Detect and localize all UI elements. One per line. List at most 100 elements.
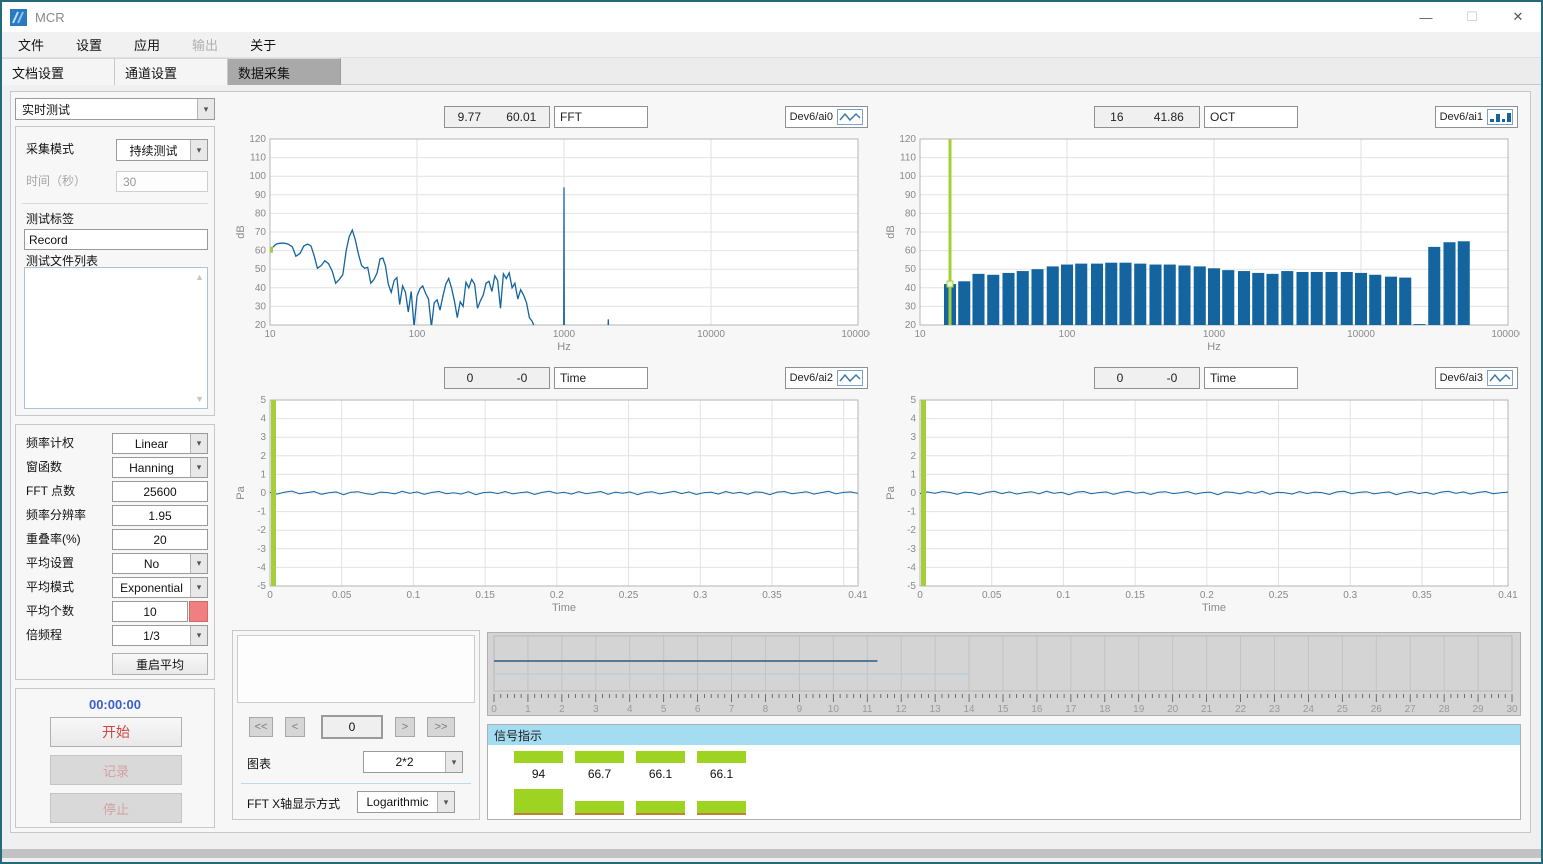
svg-text:-5: -5 xyxy=(257,581,266,592)
test-file-list[interactable]: ▲ ▼ xyxy=(24,267,208,409)
svg-text:80: 80 xyxy=(255,208,267,219)
time-chart-card-ai2: 0 -0 Time Dev6/ai2 -5-4-3-2-101234500.05… xyxy=(232,367,876,619)
svg-text:1000: 1000 xyxy=(553,329,576,340)
prev-page-button[interactable]: < xyxy=(285,717,305,737)
svg-text:80: 80 xyxy=(905,208,917,219)
svg-text:-4: -4 xyxy=(907,562,916,573)
tab-data-acquisition[interactable]: 数据采集 xyxy=(228,58,341,85)
svg-text:Hz: Hz xyxy=(1207,341,1220,353)
octave-plot[interactable]: 2030405060708090100110120101001000100001… xyxy=(884,133,1520,355)
overlap-input[interactable] xyxy=(112,529,208,550)
acquisition-panel: 实时测试 ▾ 采集模式 持续测试 ▾ 时间（秒） 测试标签 测试文件列表 xyxy=(10,91,1531,833)
setting-label: 平均个数 xyxy=(26,601,74,622)
record-name-input[interactable] xyxy=(24,229,208,250)
svg-text:dB: dB xyxy=(885,225,897,238)
svg-text:40: 40 xyxy=(255,283,267,294)
avg-setting-select[interactable]: No ▾ xyxy=(112,553,208,574)
next-page-button[interactable]: > xyxy=(395,717,415,737)
tab-document-settings[interactable]: 文档设置 xyxy=(2,58,115,85)
menu-output: 输出 xyxy=(176,32,234,58)
setting-label: 平均模式 xyxy=(26,577,74,598)
svg-text:0.05: 0.05 xyxy=(982,590,1002,601)
time-plot-ai3[interactable]: -5-4-3-2-101234500.050.10.150.20.250.30.… xyxy=(884,394,1520,616)
chart-layout-select[interactable]: 2*2 ▾ xyxy=(363,751,463,773)
fft-axis-mode-select[interactable]: Logarithmic ▾ xyxy=(357,791,455,813)
svg-text:15: 15 xyxy=(997,704,1009,715)
svg-text:70: 70 xyxy=(905,227,917,238)
restart-average-button[interactable]: 重启平均 xyxy=(112,653,208,675)
svg-text:40: 40 xyxy=(905,283,917,294)
freq-weighting-select[interactable]: Linear ▾ xyxy=(112,433,208,454)
chart-mode-box[interactable]: OCT xyxy=(1204,106,1298,128)
divider xyxy=(22,203,208,204)
svg-text:3: 3 xyxy=(260,432,266,443)
window-function-select[interactable]: Hanning ▾ xyxy=(112,457,208,478)
chart-mode-box[interactable]: FFT xyxy=(554,106,648,128)
svg-text:23: 23 xyxy=(1269,704,1281,715)
acq-mode-select[interactable]: 持续测试 ▾ xyxy=(116,139,208,161)
time-plot-ai2[interactable]: -5-4-3-2-101234500.050.10.150.20.250.30.… xyxy=(234,394,870,616)
octave-select[interactable]: 1/3 ▾ xyxy=(112,625,208,646)
signal-indicator-body: 94 66.7 66.1 66.1 xyxy=(488,745,1520,819)
svg-text:10000: 10000 xyxy=(697,329,725,340)
fft-plot[interactable]: 2030405060708090100110120101001000100001… xyxy=(234,133,870,355)
maximize-icon[interactable]: ☐ xyxy=(1449,2,1495,32)
svg-text:0.3: 0.3 xyxy=(693,590,707,601)
menu-file[interactable]: 文件 xyxy=(2,32,60,58)
avg-mode-select[interactable]: Exponential ▾ xyxy=(112,577,208,598)
svg-text:100: 100 xyxy=(409,329,426,340)
svg-text:0.41: 0.41 xyxy=(848,590,868,601)
scroll-down-icon[interactable]: ▼ xyxy=(195,394,204,404)
chart-mode-box[interactable]: Time xyxy=(1204,367,1298,389)
last-page-button[interactable]: >> xyxy=(427,717,455,737)
channel-selector[interactable]: Dev6/ai3 xyxy=(1435,367,1518,389)
channel-selector[interactable]: Dev6/ai1 xyxy=(1435,106,1518,128)
svg-text:3: 3 xyxy=(910,432,916,443)
svg-text:30: 30 xyxy=(1506,704,1518,715)
dropdown-arrow-icon: ▾ xyxy=(190,554,207,573)
svg-text:19: 19 xyxy=(1133,704,1145,715)
scroll-up-icon[interactable]: ▲ xyxy=(195,272,204,282)
fft-points-input[interactable] xyxy=(112,481,208,502)
tab-channel-settings[interactable]: 通道设置 xyxy=(115,58,228,85)
record-timeline[interactable]: 0123456789101112131415161718192021222324… xyxy=(487,632,1521,716)
menu-about[interactable]: 关于 xyxy=(234,32,292,58)
run-control-group: 00:00:00 开始 记录 停止 xyxy=(15,688,215,828)
timeline-ruler[interactable]: 0123456789101112131415161718192021222324… xyxy=(488,633,1520,715)
window-bottom-edge xyxy=(2,849,1541,858)
avg-count-input[interactable] xyxy=(112,601,188,622)
minimize-icon[interactable]: — xyxy=(1403,2,1449,32)
svg-text:0: 0 xyxy=(917,590,923,601)
cursor-readout: 0 -0 xyxy=(444,367,550,389)
preview-box xyxy=(237,635,475,703)
channel-selector[interactable]: Dev6/ai2 xyxy=(785,367,868,389)
svg-text:50: 50 xyxy=(905,264,917,275)
freq-resolution-input[interactable] xyxy=(112,505,208,526)
first-page-button[interactable]: << xyxy=(249,717,273,737)
start-button[interactable]: 开始 xyxy=(50,717,182,747)
signal-level-bar xyxy=(636,751,685,763)
app-window: MCR — ☐ ✕ 文件 设置 应用 输出 关于 文档设置 通道设置 数据采集 … xyxy=(0,0,1543,864)
svg-text:120: 120 xyxy=(249,134,266,145)
test-mode-select[interactable]: 实时测试 ▾ xyxy=(15,98,215,120)
svg-text:100000: 100000 xyxy=(1491,329,1520,340)
svg-text:0.35: 0.35 xyxy=(762,590,782,601)
svg-text:14: 14 xyxy=(964,704,976,715)
svg-text:0.1: 0.1 xyxy=(406,590,420,601)
menu-application[interactable]: 应用 xyxy=(118,32,176,58)
svg-text:1000: 1000 xyxy=(1203,329,1226,340)
chart-mode-box[interactable]: Time xyxy=(554,367,648,389)
svg-text:5: 5 xyxy=(661,704,667,715)
signal-level-bar xyxy=(514,751,563,763)
time-chart-card-ai3: 0 -0 Time Dev6/ai3 -5-4-3-2-101234500.05… xyxy=(882,367,1526,619)
svg-text:10: 10 xyxy=(264,329,276,340)
svg-text:10: 10 xyxy=(828,704,840,715)
svg-text:90: 90 xyxy=(255,190,267,201)
svg-text:5: 5 xyxy=(910,395,916,406)
page-number-box[interactable]: 0 xyxy=(321,715,383,739)
close-icon[interactable]: ✕ xyxy=(1495,2,1541,32)
svg-text:100000: 100000 xyxy=(841,329,870,340)
channel-selector[interactable]: Dev6/ai0 xyxy=(785,106,868,128)
signal-meter-bar xyxy=(514,789,563,815)
menu-settings[interactable]: 设置 xyxy=(60,32,118,58)
